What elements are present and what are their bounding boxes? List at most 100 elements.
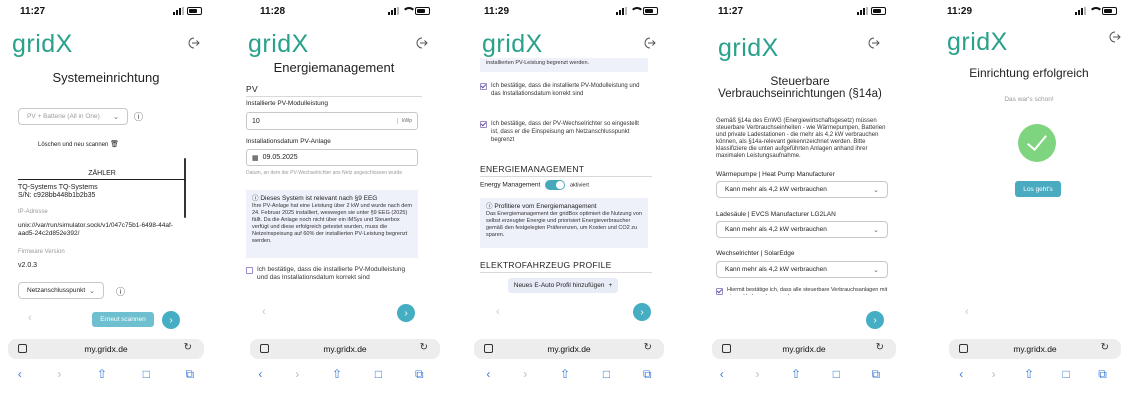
tabs-icon[interactable]: [260, 344, 269, 353]
screen-energy-management-scrolled: 11:29 gridX installierten PV-Leistung be…: [456, 0, 668, 394]
address-bar[interactable]: my.gridx.de ↻: [949, 339, 1121, 359]
logout-icon[interactable]: [186, 36, 200, 50]
back-arrow-icon[interactable]: ‹: [18, 367, 22, 381]
wifi-icon: [1089, 7, 1103, 15]
address-bar[interactable]: my.gridx.de ↻: [8, 339, 204, 359]
logout-icon[interactable]: [1107, 30, 1121, 44]
add-ev-profile-label: Neues E-Auto Profil hinzufügen: [513, 282, 605, 289]
eeg-info-title-text: Dieses System ist relevant nach §9 EEG: [260, 195, 378, 202]
address-bar[interactable]: my.gridx.de ↻: [712, 339, 896, 359]
screen-controllable-devices: 11:27 gridX Steuerbare Verbrauchseinrich…: [684, 0, 896, 394]
back-button[interactable]: ‹: [965, 306, 969, 318]
confirm-inverter-checkbox[interactable]: Ich bestätige, dass der PV-Wechselrichte…: [480, 120, 645, 144]
logout-icon[interactable]: [642, 36, 656, 50]
device-2-select[interactable]: Kann mehr als 4,2 kW verbrauchen ⌄: [716, 221, 888, 238]
back-button[interactable]: ‹: [28, 312, 32, 324]
info-icon[interactable]: ⓘ: [134, 110, 143, 123]
browser-toolbar: ‹ › ⇧ □ ⧉: [0, 364, 212, 384]
tabs-icon[interactable]: [18, 344, 27, 353]
back-button[interactable]: ‹: [262, 306, 266, 318]
chevron-down-icon: ⌄: [89, 287, 95, 295]
back-button[interactable]: ‹: [496, 306, 500, 318]
energy-management-label: Energy Management: [480, 181, 541, 189]
install-date-input[interactable]: ▦ 09.05.2025: [246, 149, 418, 166]
next-button[interactable]: ›: [866, 311, 884, 329]
back-arrow-icon[interactable]: ‹: [486, 367, 490, 381]
energy-management-row: Energy Management aktiviert: [480, 180, 589, 190]
bookmarks-icon[interactable]: □: [833, 367, 840, 381]
checkbox-box-checked[interactable]: [480, 121, 487, 128]
reload-icon[interactable]: ↻: [420, 342, 428, 353]
device-1-select[interactable]: Kann mehr als 4,2 kW verbrauchen ⌄: [716, 181, 888, 198]
address-bar[interactable]: my.gridx.de ↻: [474, 339, 664, 359]
logout-icon[interactable]: [866, 36, 880, 50]
delete-rescan-button[interactable]: Löschen und neu scannen 🗑: [38, 140, 119, 148]
address-bar[interactable]: my.gridx.de ↻: [250, 339, 440, 359]
reload-icon[interactable]: ↻: [876, 342, 884, 353]
tabs-overview-icon[interactable]: ⧉: [415, 367, 424, 382]
battery-icon: [1102, 7, 1117, 15]
bookmarks-icon[interactable]: □: [375, 367, 382, 381]
rescan-button[interactable]: Erneut scannen: [92, 312, 154, 327]
tabs-icon[interactable]: [484, 344, 493, 353]
confirm-pv-checkbox[interactable]: Ich bestätige, dass die installierte PV-…: [480, 82, 645, 98]
status-bar: 11:28: [228, 6, 440, 20]
energy-management-toggle[interactable]: [545, 180, 566, 190]
next-button[interactable]: ›: [633, 303, 651, 321]
bookmarks-icon[interactable]: □: [143, 367, 150, 381]
checkbox-box-checked[interactable]: [480, 83, 487, 90]
device-3-select[interactable]: Kann mehr als 4,2 kW verbrauchen ⌄: [716, 261, 888, 278]
eeg-info-title: ⓘ Dieses System ist relevant nach §9 EEG: [252, 195, 378, 202]
bookmarks-icon[interactable]: □: [1063, 367, 1070, 381]
share-icon[interactable]: ⇧: [1024, 367, 1034, 381]
tabs-icon[interactable]: [959, 344, 968, 353]
page-title: Energiemanagement: [273, 60, 395, 75]
profit-info-text: Das Energiemanagement der gridBox optimi…: [486, 211, 642, 238]
battery-icon: [415, 7, 430, 15]
system-type-select[interactable]: PV + Batterie (All in One) ⌄: [18, 108, 128, 125]
back-arrow-icon[interactable]: ‹: [258, 367, 262, 381]
forward-arrow-icon[interactable]: ›: [295, 367, 299, 381]
checkbox-box-checked[interactable]: [716, 288, 723, 295]
confirm-pv-checkbox[interactable]: Ich bestätige, dass die installierte PV-…: [246, 266, 416, 282]
profit-info-box: ⓘ Profitiere vom Energiemanagement Das E…: [480, 198, 648, 248]
reload-icon[interactable]: ↻: [644, 342, 652, 353]
ev-profiles-header: ELEKTROFAHRZEUG PROFILE: [480, 260, 652, 273]
status-time: 11:27: [718, 6, 744, 17]
tabs-overview-icon[interactable]: ⧉: [1098, 367, 1107, 382]
pv-power-input[interactable]: 10 kWp: [246, 112, 418, 130]
add-ev-profile-button[interactable]: Neues E-Auto Profil hinzufügen +: [508, 278, 618, 293]
device-3-value: Kann mehr als 4,2 kW verbrauchen: [725, 266, 827, 273]
share-icon[interactable]: ⇧: [791, 367, 801, 381]
status-icons: [388, 7, 430, 15]
get-started-button[interactable]: Los geht's: [1015, 181, 1061, 197]
forward-arrow-icon[interactable]: ›: [523, 367, 527, 381]
tabs-overview-icon[interactable]: ⧉: [186, 367, 195, 382]
connection-point-select[interactable]: Netzanschlusspunkt ⌄: [18, 282, 104, 299]
scroll-indicator[interactable]: [184, 158, 186, 218]
tabs-icon[interactable]: [722, 344, 731, 353]
logout-icon[interactable]: [414, 36, 428, 50]
signal-icon: [1075, 7, 1086, 15]
reload-icon[interactable]: ↻: [184, 342, 192, 353]
confirm-14a-checkbox[interactable]: Hiermit bestätige ich, dass alle steuerb…: [716, 287, 888, 295]
forward-arrow-icon[interactable]: ›: [57, 367, 61, 381]
forward-arrow-icon[interactable]: ›: [992, 367, 996, 381]
share-icon[interactable]: ⇧: [97, 367, 107, 381]
next-button[interactable]: ›: [162, 311, 180, 329]
bookmarks-icon[interactable]: □: [603, 367, 610, 381]
tabs-overview-icon[interactable]: ⧉: [872, 367, 881, 382]
reload-icon[interactable]: ↻: [1101, 342, 1109, 353]
share-icon[interactable]: ⇧: [560, 367, 570, 381]
share-icon[interactable]: ⇧: [332, 367, 342, 381]
info-icon[interactable]: ⓘ: [116, 285, 125, 298]
checkbox-box[interactable]: [246, 267, 253, 274]
next-button[interactable]: ›: [397, 304, 415, 322]
forward-arrow-icon[interactable]: ›: [755, 367, 759, 381]
back-arrow-icon[interactable]: ‹: [720, 367, 724, 381]
tabs-overview-icon[interactable]: ⧉: [643, 367, 652, 382]
energy-management-state: aktiviert: [569, 182, 589, 189]
screen-system-setup: 11:27 gridX Systemeinrichtung PV + Batte…: [0, 0, 212, 394]
status-icons: [857, 7, 886, 15]
back-arrow-icon[interactable]: ‹: [959, 367, 963, 381]
